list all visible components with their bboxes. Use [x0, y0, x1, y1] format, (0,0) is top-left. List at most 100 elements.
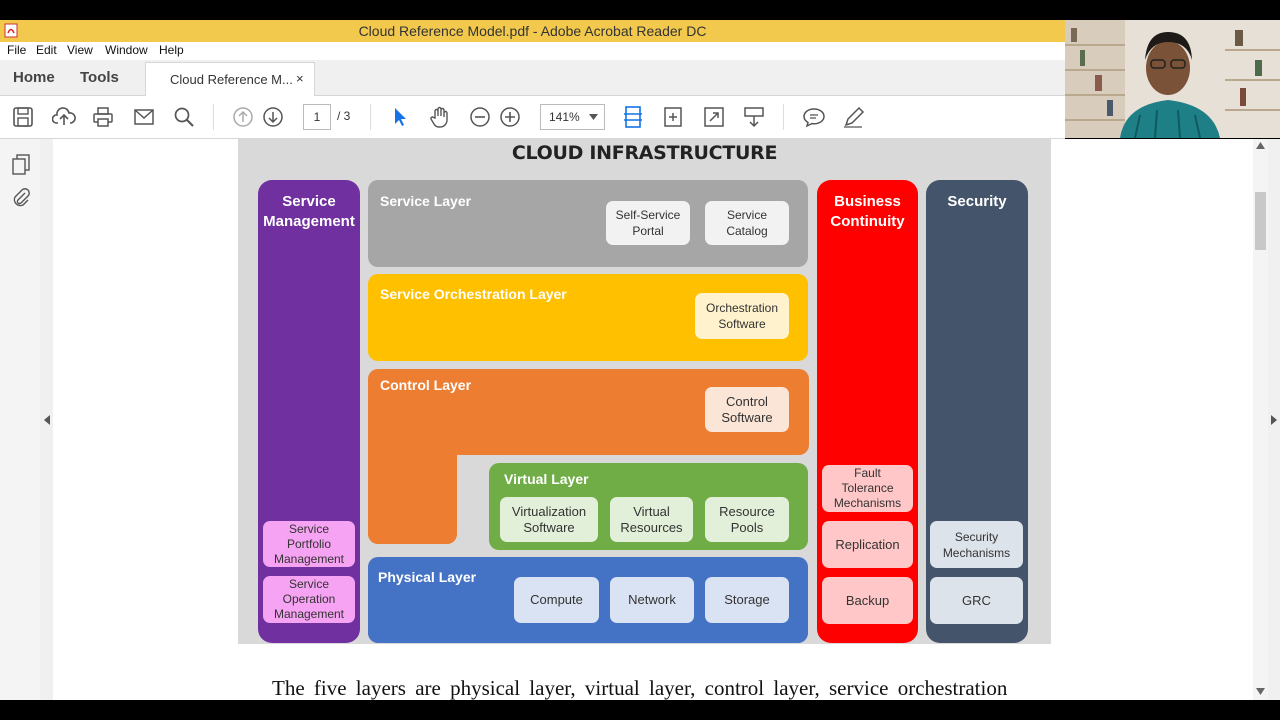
- box-line: Service: [288, 577, 329, 591]
- box-line: Fault: [854, 466, 881, 480]
- tab-document-label: Cloud Reference M...: [170, 72, 293, 87]
- zoom-value: 141%: [549, 110, 580, 124]
- collapse-left-icon[interactable]: [44, 415, 50, 425]
- document-paragraph: The five layers are physical layer, virt…: [272, 676, 1008, 700]
- webcam-video-image: [1065, 20, 1280, 138]
- virtual-layer-title: Virtual Layer: [504, 471, 589, 487]
- box-line: Security: [954, 529, 999, 544]
- box-line: Orchestration: [705, 301, 779, 315]
- upload-icon[interactable]: [52, 106, 76, 128]
- scroll-down-icon[interactable]: [1256, 688, 1265, 695]
- box-line: Mechanisms: [942, 545, 1011, 560]
- box-line: Portal: [632, 224, 664, 238]
- self-service-portal-box: Self-Service Portal: [606, 201, 690, 245]
- service-management-column: [258, 180, 360, 643]
- grc-box: GRC: [930, 577, 1023, 624]
- physical-layer-title: Physical Layer: [378, 569, 477, 585]
- box-line: Software: [721, 409, 773, 425]
- diagram-title: CLOUD INFRASTRUCTURE: [511, 142, 778, 164]
- print-icon[interactable]: [92, 106, 114, 128]
- security-title: Security: [947, 193, 1007, 210]
- service-management-title: Service Management: [258, 192, 360, 232]
- email-icon[interactable]: [133, 107, 155, 127]
- pages-panel-icon[interactable]: [11, 153, 31, 175]
- box-line: Service: [726, 208, 767, 222]
- zoom-in-icon[interactable]: [499, 106, 521, 128]
- toolbar-separator: [213, 104, 214, 130]
- scroll-up-icon[interactable]: [1256, 142, 1265, 149]
- toolbar: 1 / 3 141%: [0, 96, 1065, 139]
- box-line: Mechanisms: [833, 496, 902, 510]
- bottom-letterbox: [0, 700, 1280, 720]
- business-continuity-column: [817, 180, 918, 643]
- page-down-icon[interactable]: [262, 106, 284, 128]
- fault-tolerance-mechanisms-box: Fault Tolerance Mechanisms: [822, 465, 913, 512]
- zoom-out-icon[interactable]: [469, 106, 491, 128]
- orchestration-software-box: Orchestration Software: [695, 293, 789, 339]
- backup-box: Backup: [822, 577, 913, 624]
- service-management-title-line2: Management: [263, 213, 355, 230]
- box-line: Virtual: [633, 503, 670, 519]
- save-icon[interactable]: [12, 106, 34, 128]
- box-line: Control: [726, 393, 768, 409]
- menu-view[interactable]: View: [67, 43, 93, 57]
- service-layer-title: Service Layer: [380, 193, 472, 209]
- select-arrow-icon[interactable]: [391, 105, 409, 129]
- box-line: Resources: [620, 519, 683, 535]
- tab-home[interactable]: Home: [13, 69, 55, 86]
- service-management-title-line1: Service: [282, 193, 336, 210]
- control-layer-title: Control Layer: [380, 377, 472, 393]
- box-line: Portfolio: [286, 536, 332, 551]
- box-line: Management: [273, 551, 345, 566]
- close-tab-icon[interactable]: ×: [296, 71, 304, 86]
- left-side-panel: [0, 139, 41, 700]
- left-collapse-strip[interactable]: [40, 139, 53, 700]
- chevron-down-icon: [589, 114, 598, 120]
- right-collapse-strip[interactable]: [1268, 139, 1280, 700]
- business-continuity-title-line2: Continuity: [830, 213, 905, 230]
- menu-window[interactable]: Window: [105, 43, 148, 57]
- tab-tools[interactable]: Tools: [80, 69, 119, 86]
- page-total: / 3: [337, 109, 351, 123]
- box-line: Catalog: [726, 224, 768, 238]
- menu-bar: File Edit View Window Help: [0, 42, 1065, 60]
- comment-icon[interactable]: [802, 106, 826, 128]
- control-software-box: Control Software: [705, 387, 789, 432]
- page-up-icon[interactable]: [232, 106, 254, 128]
- box-line: Self-Service: [615, 208, 681, 222]
- fit-width-icon[interactable]: [622, 105, 644, 129]
- scrollbar-thumb[interactable]: [1255, 192, 1266, 250]
- title-bar: Cloud Reference Model.pdf - Adobe Acroba…: [0, 20, 1065, 42]
- hand-icon[interactable]: [428, 105, 452, 129]
- window-title: Cloud Reference Model.pdf - Adobe Acroba…: [358, 23, 707, 39]
- box-line: Pools: [730, 519, 764, 535]
- attachments-icon[interactable]: [11, 187, 31, 209]
- business-continuity-title: Business Continuity: [817, 192, 918, 232]
- sign-icon[interactable]: [842, 105, 866, 129]
- box-line: Software: [718, 317, 766, 331]
- search-icon[interactable]: [173, 106, 195, 128]
- security-column: [926, 180, 1028, 643]
- collapse-right-icon[interactable]: [1271, 415, 1277, 425]
- menu-help[interactable]: Help: [159, 43, 184, 57]
- network-box: Network: [610, 577, 694, 623]
- control-layer-leg: [368, 420, 457, 544]
- rotate-icon[interactable]: [662, 105, 684, 129]
- box-line: Management: [273, 607, 345, 621]
- scroll-mode-icon[interactable]: [743, 105, 765, 129]
- toolbar-separator: [370, 104, 371, 130]
- menu-file[interactable]: File: [7, 43, 26, 57]
- box-line: Tolerance: [841, 481, 894, 495]
- menu-edit[interactable]: Edit: [36, 43, 57, 57]
- zoom-select[interactable]: 141%: [540, 104, 605, 130]
- fullscreen-icon[interactable]: [703, 106, 725, 128]
- service-portfolio-management-box: Service Portfolio Management: [263, 521, 355, 567]
- resource-pools-box: Resource Pools: [705, 497, 789, 542]
- virtual-resources-box: Virtual Resources: [610, 497, 693, 542]
- virtualization-software-box: Virtualization Software: [500, 497, 598, 542]
- compute-box: Compute: [514, 577, 599, 623]
- box-line: Virtualization: [511, 503, 587, 519]
- box-line: Operation: [282, 592, 336, 606]
- page-number-input[interactable]: 1: [303, 104, 331, 130]
- tab-document[interactable]: Cloud Reference M... ×: [145, 62, 315, 97]
